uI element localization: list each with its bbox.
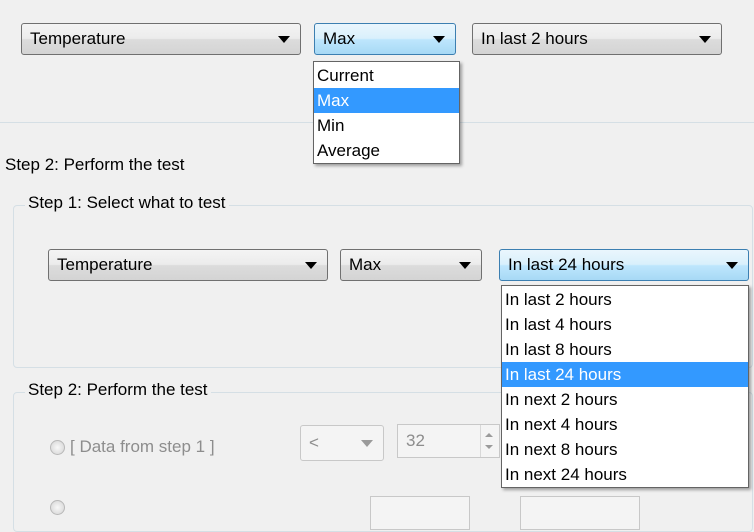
dropdown-option[interactable]: In next 2 hours xyxy=(502,387,748,412)
dropdown-option[interactable]: In next 4 hours xyxy=(502,412,748,437)
stat-combo-value: Max xyxy=(349,255,382,274)
row2-spinner-b[interactable] xyxy=(520,496,640,530)
metric-combo-top-value: Temperature xyxy=(30,29,126,48)
row1-label: [ Data from step 1 ] xyxy=(70,437,215,456)
range-combo[interactable]: In last 24 hours xyxy=(499,249,749,281)
dropdown-option[interactable]: In last 2 hours xyxy=(502,287,748,312)
stat-combo-top[interactable]: Max xyxy=(314,23,456,55)
range-combo-top-value: In last 2 hours xyxy=(481,29,588,48)
chevron-down-icon xyxy=(459,261,471,269)
row2-spinner-a[interactable] xyxy=(370,496,470,530)
step2-legend: Step 2: Perform the test xyxy=(25,380,211,400)
dropdown-option[interactable]: In next 8 hours xyxy=(502,437,748,462)
dropdown-option[interactable]: In last 24 hours xyxy=(502,362,748,387)
spinner-buttons[interactable] xyxy=(480,425,499,457)
operator-combo[interactable]: < xyxy=(300,425,384,461)
chevron-down-icon xyxy=(305,261,317,269)
range-combo-value: In last 24 hours xyxy=(508,255,625,274)
dropdown-option[interactable]: Max xyxy=(314,88,459,113)
chevron-down-icon xyxy=(361,439,373,447)
spin-down-icon xyxy=(485,445,493,449)
metric-combo-value: Temperature xyxy=(57,255,153,274)
metric-combo[interactable]: Temperature xyxy=(48,249,328,281)
range-combo-top[interactable]: In last 2 hours xyxy=(472,23,722,55)
chevron-down-icon xyxy=(278,35,290,43)
dropdown-option[interactable]: Min xyxy=(314,113,459,138)
row1-radio[interactable] xyxy=(50,440,65,455)
value-spinner[interactable]: 32 xyxy=(397,424,500,458)
chevron-down-icon xyxy=(699,35,711,43)
operator-combo-value: < xyxy=(309,433,319,452)
stat-dropdown-list: Current Max Min Average xyxy=(313,61,460,164)
dropdown-option[interactable]: In last 4 hours xyxy=(502,312,748,337)
chevron-down-icon xyxy=(433,35,445,43)
spin-up-icon xyxy=(485,433,493,437)
stat-combo-top-value: Max xyxy=(323,29,356,48)
range-dropdown-list: In last 2 hours In last 4 hours In last 8 … xyxy=(501,285,749,488)
outer-step2-label: Step 2: Perform the test xyxy=(5,155,185,174)
dropdown-option[interactable]: Average xyxy=(314,138,459,163)
value-spinner-value: 32 xyxy=(406,431,425,450)
metric-combo-top[interactable]: Temperature xyxy=(21,23,301,55)
dropdown-option[interactable]: In last 8 hours xyxy=(502,337,748,362)
step1-legend: Step 1: Select what to test xyxy=(25,193,229,213)
dropdown-option[interactable]: Current xyxy=(314,63,459,88)
stat-combo[interactable]: Max xyxy=(340,249,482,281)
dropdown-option[interactable]: In next 24 hours xyxy=(502,462,748,487)
chevron-down-icon xyxy=(726,261,738,269)
